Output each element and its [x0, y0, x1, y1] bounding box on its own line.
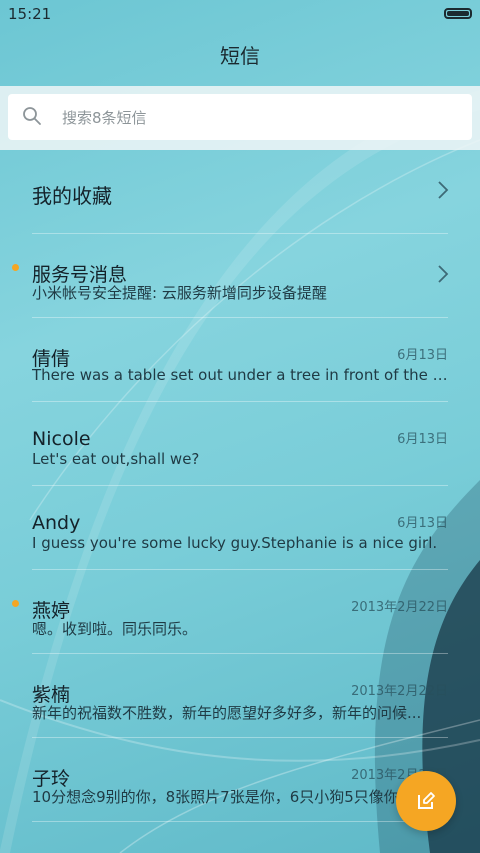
conversation-row[interactable]: Nicole Let's eat out,shall we? 6月13日 — [0, 402, 480, 486]
search-bar: 搜索8条短信 — [0, 86, 480, 150]
conversation-row[interactable]: 服务号消息 小米帐号安全提醒: 云服务新增同步设备提醒 — [0, 234, 480, 318]
row-divider — [32, 821, 448, 822]
conversation-row[interactable]: 紫楠 新年的祝福数不胜数，新年的愿望好多好多，新年的问候... 2013年2月22日 — [0, 654, 480, 738]
conversation-date: 2013年2月22日 — [351, 684, 448, 699]
conversation-title: Nicole — [32, 428, 91, 450]
conversation-row[interactable]: Andy I guess you're some lucky guy.Stepha… — [0, 486, 480, 570]
status-time: 15:21 — [8, 5, 52, 23]
search-placeholder: 搜索8条短信 — [62, 109, 147, 127]
conversation-preview: 新年的祝福数不胜数，新年的愿望好多好多，新年的问候... — [32, 704, 422, 722]
unread-dot — [12, 600, 19, 607]
search-icon — [23, 107, 41, 125]
compose-icon — [418, 792, 435, 809]
conversation-preview: I guess you're some lucky guy.Stephanie … — [32, 534, 438, 552]
conversation-preview: 10分想念9别的你，8张照片7张是你，6只小狗5只像你 — [32, 788, 399, 806]
battery-icon — [444, 8, 472, 19]
conversation-date: 6月13日 — [397, 432, 448, 447]
compose-button[interactable] — [396, 771, 456, 831]
conversation-date: 6月13日 — [397, 348, 448, 363]
conversation-title: 我的收藏 — [32, 184, 112, 208]
chevron-right-icon — [438, 265, 449, 283]
conversation-date: 2013年2月22日 — [351, 600, 448, 615]
page-title: 短信 — [220, 44, 260, 68]
conversation-preview: Let's eat out,shall we? — [32, 450, 200, 468]
conversation-preview: There was a table set out under a tree i… — [32, 366, 448, 384]
status-bar: 15:21 — [0, 0, 480, 28]
conversation-title: Andy — [32, 512, 81, 534]
conversation-row[interactable]: 倩倩 There was a table set out under a tree… — [0, 318, 480, 402]
conversation-date: 6月13日 — [397, 516, 448, 531]
conversation-row[interactable]: 燕婷 嗯。收到啦。同乐同乐。 2013年2月22日 — [0, 570, 480, 654]
search-input[interactable]: 搜索8条短信 — [8, 94, 472, 140]
unread-dot — [12, 264, 19, 271]
conversation-preview: 小米帐号安全提醒: 云服务新增同步设备提醒 — [32, 284, 327, 302]
chevron-right-icon — [438, 181, 449, 199]
conversation-row[interactable]: 我的收藏 — [0, 150, 480, 234]
conversation-preview: 嗯。收到啦。同乐同乐。 — [32, 620, 198, 638]
